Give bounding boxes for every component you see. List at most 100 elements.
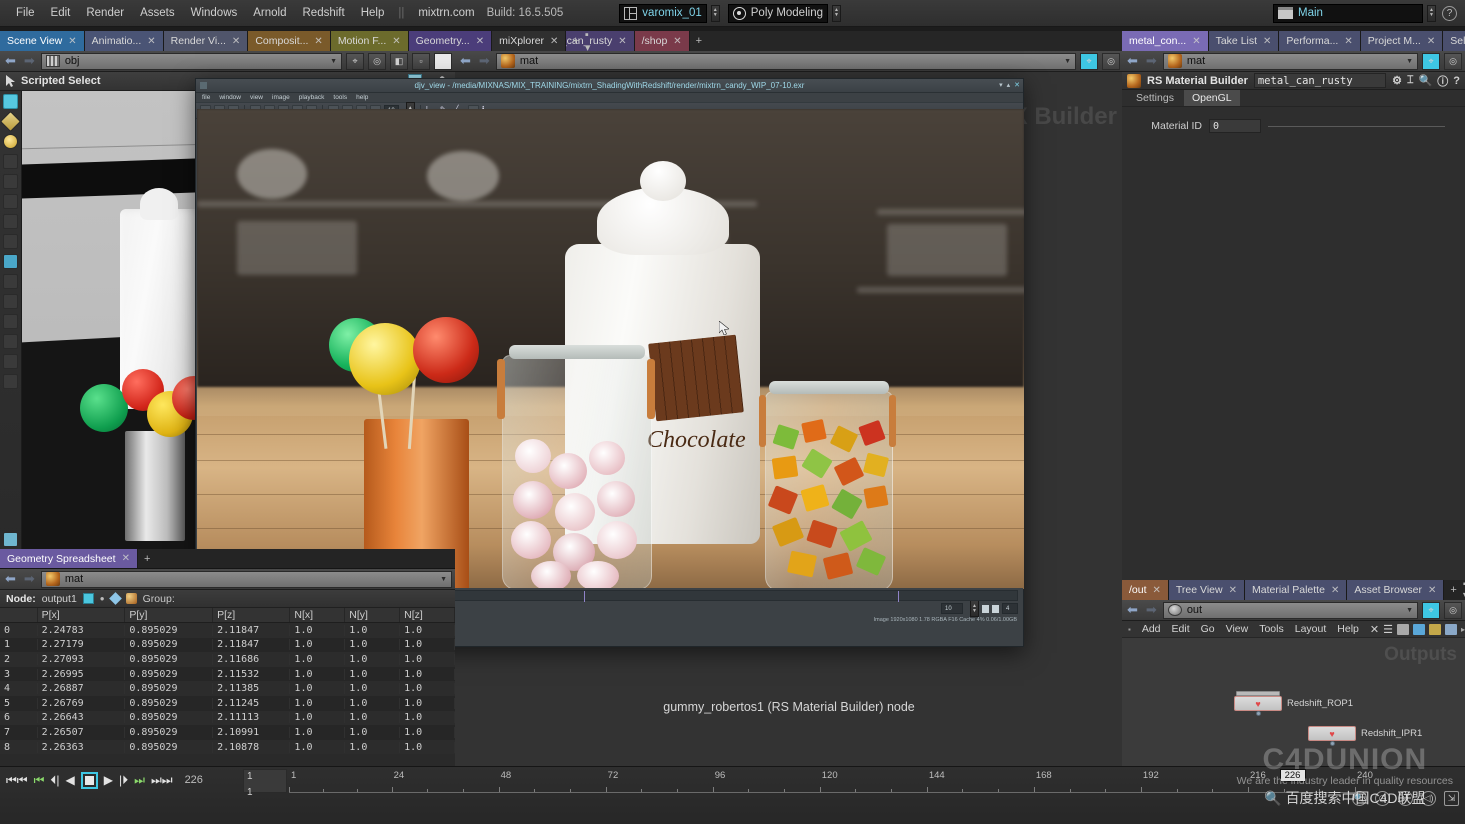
add-tab-button[interactable]: + ▪ ▾ [566, 29, 596, 54]
forward-icon[interactable]: ➡ [22, 571, 37, 587]
node-value[interactable]: output1 [42, 593, 77, 605]
tab-metal-con[interactable]: metal_con... ✕ [1122, 31, 1209, 51]
table-row[interactable]: 6 2.26643 0.895029 2.11113 1.0 1.0 1.0 [0, 710, 455, 726]
forward-icon[interactable]: ➡ [477, 53, 492, 69]
step-forward-icon[interactable]: |⏵ [119, 773, 128, 788]
node-output-flag[interactable] [1256, 711, 1261, 716]
tab-render-view[interactable]: Render Vi... ✕ [163, 31, 249, 51]
back-icon[interactable]: ⬅ [3, 53, 18, 69]
tab-menu-icon[interactable]: ▪ ▾ [585, 29, 591, 54]
menu-item-add[interactable]: Add [1142, 623, 1161, 635]
close-icon[interactable]: ✕ [392, 36, 400, 47]
close-icon[interactable]: ✕ [1344, 36, 1352, 47]
forward-icon[interactable]: ➡ [1144, 602, 1159, 618]
desktop-selector[interactable]: varomix_01 [619, 3, 707, 23]
window-buttons[interactable]: ▾ ▴ ✕ [999, 81, 1020, 89]
current-frame-indicator[interactable]: 226 [1279, 769, 1306, 782]
vertices-mode-icon[interactable]: ● [100, 594, 105, 603]
uv-tool-icon[interactable] [3, 254, 18, 269]
table-row[interactable]: 2 2.27093 0.895029 2.11686 1.0 1.0 1.0 [0, 652, 455, 667]
close-icon[interactable]: ✕ [1428, 585, 1436, 596]
poly-tool-icon[interactable] [3, 294, 18, 309]
primitives-mode-icon[interactable] [108, 592, 122, 605]
menu-item-image[interactable]: image [272, 94, 290, 101]
table-row[interactable]: 5 2.26769 0.895029 2.11245 1.0 1.0 1.0 [0, 695, 455, 711]
node-output-flag[interactable] [1330, 741, 1335, 746]
sync-button[interactable]: ◎ [1102, 52, 1120, 70]
table-row[interactable]: 3 2.26995 0.895029 2.11532 1.0 1.0 1.0 [0, 666, 455, 682]
display-options-button[interactable]: ◧ [390, 52, 408, 70]
forward-icon[interactable]: ➡ [1144, 53, 1159, 69]
stop-icon[interactable] [80, 771, 98, 789]
chevron-down-icon[interactable]: ▼ [1406, 607, 1413, 614]
pin-button[interactable]: ⌖ [346, 52, 364, 70]
end-field[interactable]: 10 [941, 603, 963, 614]
tab-selected[interactable]: Selected... ✕ [1443, 31, 1465, 51]
tab-tree-view[interactable]: Tree View ✕ [1168, 580, 1245, 600]
out-network-canvas[interactable]: Outputs ♥ Redshift_ROP1 ♥ Redshift_IPR1 [1122, 638, 1465, 772]
node-redshift-rop1[interactable]: ♥ Redshift_ROP1 [1234, 691, 1353, 716]
menu-item-view[interactable]: View [1226, 623, 1249, 635]
minimize-icon[interactable]: ▾ [999, 81, 1003, 89]
close-icon[interactable]: ✕ [1331, 585, 1339, 596]
material-name-input[interactable]: metal_can_rusty [1253, 73, 1387, 88]
end-mark-in-icon[interactable] [982, 604, 989, 613]
render-viewer-title-bar[interactable]: djv_view - /media/MIXNAS/MIX_TRAINING/mi… [196, 79, 1023, 93]
menu-item-edit[interactable]: Edit [1172, 623, 1190, 635]
info-icon[interactable]: ⓘ [1437, 73, 1448, 89]
move-tool-icon[interactable] [3, 134, 18, 149]
tab-compositing[interactable]: Composit... ✕ [248, 31, 331, 51]
list-icon[interactable]: ☰ [1383, 623, 1393, 636]
jump-end-icon[interactable]: ⏭⏭ [151, 773, 173, 788]
display-tool-icon[interactable] [3, 532, 18, 547]
tab-asset-browser[interactable]: Asset Browser ✕ [1347, 580, 1445, 600]
back-icon[interactable]: ⬅ [1125, 53, 1140, 69]
close-icon[interactable]: ✕ [1229, 585, 1237, 596]
end-spinner[interactable]: ▲ ▼ [970, 600, 979, 617]
table-row[interactable]: 8 2.26363 0.895029 2.10878 1.0 1.0 1.0 [0, 739, 455, 755]
magnify-icon[interactable]: 🔍 [1352, 791, 1367, 806]
geometry-path-input[interactable]: mat ▼ [40, 570, 452, 588]
menu-item-render[interactable]: Render [78, 4, 132, 22]
rendered-image[interactable]: Chocolate [197, 109, 1024, 589]
close-icon[interactable]: ✕ [314, 36, 322, 47]
detail-mode-icon[interactable] [125, 593, 137, 604]
help-icon[interactable]: ? [1453, 75, 1460, 87]
close-icon[interactable]: ✕ [122, 553, 130, 564]
sync-button[interactable]: ◎ [1444, 601, 1462, 619]
sync-button[interactable]: ◎ [368, 52, 386, 70]
select-tool-icon[interactable] [3, 94, 18, 109]
next-key-icon[interactable]: ⏭ [134, 773, 145, 788]
menu-item-help[interactable]: Help [1337, 623, 1359, 635]
search-icon[interactable]: 🔍 [1419, 74, 1433, 87]
back-icon[interactable]: ⬅ [3, 571, 18, 587]
tab-mixplorer[interactable]: miXplorer ✕ [492, 31, 567, 51]
geometry-table[interactable]: P[x] P[y] P[z] N[x] N[y] N[z] 0 2.24783 0.… [0, 608, 455, 755]
node-redshift-ipr1[interactable]: ♥ Redshift_IPR1 [1308, 726, 1422, 746]
prev-key-icon[interactable]: ⏮ [34, 773, 45, 788]
table-row[interactable]: 4 2.26887 0.895029 2.11385 1.0 1.0 1.0 [0, 681, 455, 696]
scene-path-input[interactable]: obj ▼ [40, 52, 342, 70]
points-mode-icon[interactable] [82, 593, 94, 604]
out-path-input[interactable]: out ▼ [1162, 601, 1418, 619]
hotkey-icon[interactable]: ⌶ [1407, 74, 1414, 87]
table-icon[interactable] [1428, 623, 1441, 635]
help-icon[interactable]: ? [1442, 5, 1457, 21]
menu-item-tools[interactable]: Tools [1259, 623, 1284, 635]
menu-item-view[interactable]: view [250, 94, 263, 101]
tab-material-palette[interactable]: Material Palette ✕ [1244, 580, 1348, 600]
more-icon[interactable]: ▸ [1461, 625, 1465, 634]
play-back-icon[interactable]: ◀ [66, 773, 75, 787]
end-field2[interactable]: 4 [1002, 603, 1018, 614]
tab-motion-fx[interactable]: Motion F... ✕ [330, 31, 409, 51]
back-icon[interactable]: ⬅ [1125, 602, 1140, 618]
layout-grid-icon[interactable] [1412, 623, 1425, 635]
back-icon[interactable]: ⬅ [458, 53, 473, 69]
scale-tool-icon[interactable] [3, 194, 18, 209]
close-icon[interactable]: ✕ [550, 36, 558, 47]
table-row[interactable]: 1 2.27179 0.895029 2.11847 1.0 1.0 1.0 [0, 637, 455, 653]
close-icon[interactable]: ✕ [147, 36, 155, 47]
tab-shop[interactable]: /shop ✕ [634, 31, 690, 51]
pin-button[interactable]: ⌖ [1422, 601, 1440, 619]
tab-project-manager[interactable]: Project M... ✕ [1360, 31, 1444, 51]
